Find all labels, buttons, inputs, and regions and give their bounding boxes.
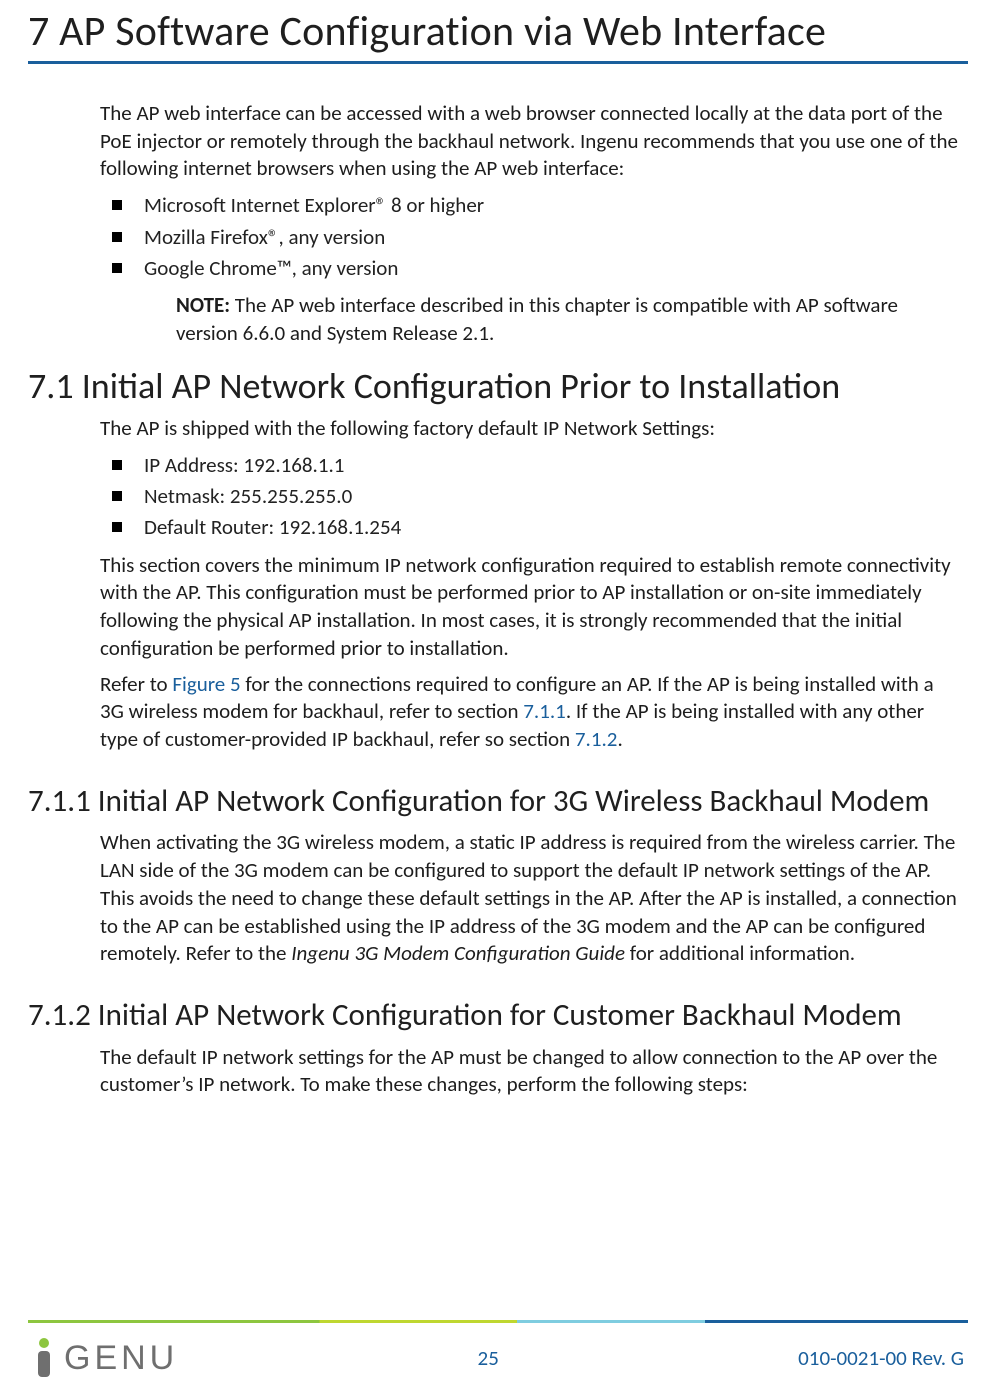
list-item: Mozilla Firefox®, any version bbox=[138, 223, 958, 251]
sec711-post: for additional information. bbox=[625, 940, 855, 966]
xref-7-1-2[interactable]: 7.1.2 bbox=[575, 726, 618, 752]
section-7-1-1-heading: 7.1.1 Initial AP Network Configuration f… bbox=[28, 784, 968, 820]
logo-mark-icon bbox=[32, 1337, 64, 1379]
chapter-title: 7 AP Software Configuration via Web Inte… bbox=[28, 0, 968, 57]
doc-id: 010-0021-00 Rev. G bbox=[798, 1345, 964, 1371]
xref-figure-5[interactable]: Figure 5 bbox=[172, 671, 240, 697]
intro-paragraph: The AP web interface can be accessed wit… bbox=[100, 100, 958, 183]
sec71-para2: This section covers the minimum IP netwo… bbox=[100, 552, 958, 663]
ingenu-logo: GENU bbox=[32, 1337, 178, 1379]
browser-list: Microsoft Internet Explorer® 8 or higher… bbox=[100, 191, 958, 282]
section-7-1-heading: 7.1 Initial AP Network Configuration Pri… bbox=[28, 366, 968, 407]
sec711-para: When activating the 3G wireless modem, a… bbox=[100, 829, 958, 968]
xref-7-1-1[interactable]: 7.1.1 bbox=[523, 698, 566, 724]
note-label: NOTE: bbox=[176, 292, 230, 318]
section-7-1-2-heading: 7.1.2 Initial AP Network Configuration f… bbox=[28, 998, 968, 1034]
sec71-lead: The AP is shipped with the following fac… bbox=[100, 415, 958, 443]
defaults-list: IP Address: 192.168.1.1 Netmask: 255.255… bbox=[100, 451, 958, 542]
note-text: The AP web interface described in this c… bbox=[176, 292, 898, 346]
doc-title-ref: Ingenu 3G Modem Configuration Guide bbox=[291, 940, 625, 966]
list-item: Default Router: 192.168.1.254 bbox=[138, 513, 958, 541]
footer-rule bbox=[28, 1320, 968, 1323]
page-number: 25 bbox=[478, 1345, 499, 1371]
heading-rule bbox=[28, 61, 968, 64]
list-item: IP Address: 192.168.1.1 bbox=[138, 451, 958, 479]
p3-pre: Refer to bbox=[100, 671, 172, 697]
list-item: Netmask: 255.255.255.0 bbox=[138, 482, 958, 510]
logo-text: GENU bbox=[64, 1339, 178, 1378]
sec712-para: The default IP network settings for the … bbox=[100, 1044, 958, 1099]
list-item: Google Chrome™, any version bbox=[138, 254, 958, 282]
list-item: Microsoft Internet Explorer® 8 or higher bbox=[138, 191, 958, 219]
p3-end: . bbox=[617, 726, 622, 752]
note-paragraph: NOTE: The AP web interface described in … bbox=[176, 292, 948, 347]
sec71-para3: Refer to Figure 5 for the connections re… bbox=[100, 671, 958, 754]
